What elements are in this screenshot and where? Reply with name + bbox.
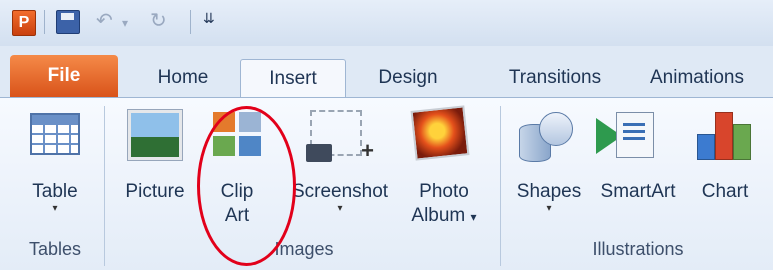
photo-album-icon [410,105,470,161]
tab-animations[interactable]: Animations [650,59,773,97]
table-icon [30,113,80,155]
smartart-icon [596,112,654,158]
save-icon[interactable] [56,10,80,34]
undo-icon[interactable]: ↶ [96,8,113,33]
tab-insert[interactable]: Insert [240,59,346,98]
customize-toolbar-icon[interactable]: ⇊ [203,10,215,27]
toolbar-divider [190,10,191,34]
powerpoint-window: P ↶ ▾ ↻ ⇊ File Home Insert Design Transi… [0,0,773,270]
plus-icon: + [361,138,374,163]
group-label-illustrations: Illustrations [592,239,684,259]
redo-icon[interactable]: ↻ [150,8,167,33]
camera-icon [306,144,332,162]
screenshot-icon: + [306,110,374,163]
screenshot-dropdown-icon: ▾ [337,203,343,214]
annotation-ellipse [197,106,296,266]
picture-icon [128,110,182,160]
table-dropdown-icon: ▾ [52,203,58,214]
quick-access-toolbar: P ↶ ▾ ↻ ⇊ [0,0,773,46]
group-divider [104,106,105,266]
document-shape [616,112,654,158]
insert-ribbon: Table ▾ Tables Picture Clip Art + Screen… [0,97,773,270]
chart-bar [697,134,715,160]
shapes-button-label: Shapes [516,181,582,202]
screenshot-button[interactable]: Screenshot ▾ [284,180,396,214]
chart-button[interactable]: Chart [690,180,760,204]
chart-icon [693,110,753,160]
chart-bar [733,124,751,160]
tab-transitions[interactable]: Transitions [486,59,624,97]
picture-button[interactable]: Picture [118,180,192,204]
photo-album-button[interactable]: Photo Album ▾ [402,180,486,229]
group-divider [500,106,501,266]
photo-album-label-line1: Photo [419,181,469,202]
undo-dropdown-icon[interactable]: ▾ [122,16,128,30]
tab-design[interactable]: Design [356,59,460,97]
smartart-button-label: SmartArt [600,181,676,202]
screenshot-button-label: Screenshot [291,181,389,202]
table-button-label: Table [32,181,78,202]
chart-button-label: Chart [701,181,749,202]
circle-shape [539,112,573,146]
powerpoint-icon[interactable]: P [12,10,36,36]
picture-button-label: Picture [125,181,185,202]
shapes-button[interactable]: Shapes ▾ [508,180,590,214]
tab-file[interactable]: File [10,55,118,97]
tab-home[interactable]: Home [140,59,226,97]
group-label-images: Images [274,239,334,259]
table-button[interactable]: Table ▾ [20,180,90,214]
shapes-dropdown-icon: ▾ [546,203,552,214]
photo-album-label-line2: Album ▾ [411,205,477,226]
smartart-button[interactable]: SmartArt [588,180,688,204]
shapes-icon [517,110,575,162]
ribbon-tabs: File Home Insert Design Transitions Anim… [0,55,773,98]
chart-bar [715,112,733,160]
toolbar-divider [44,10,45,34]
group-label-tables: Tables [28,239,82,259]
